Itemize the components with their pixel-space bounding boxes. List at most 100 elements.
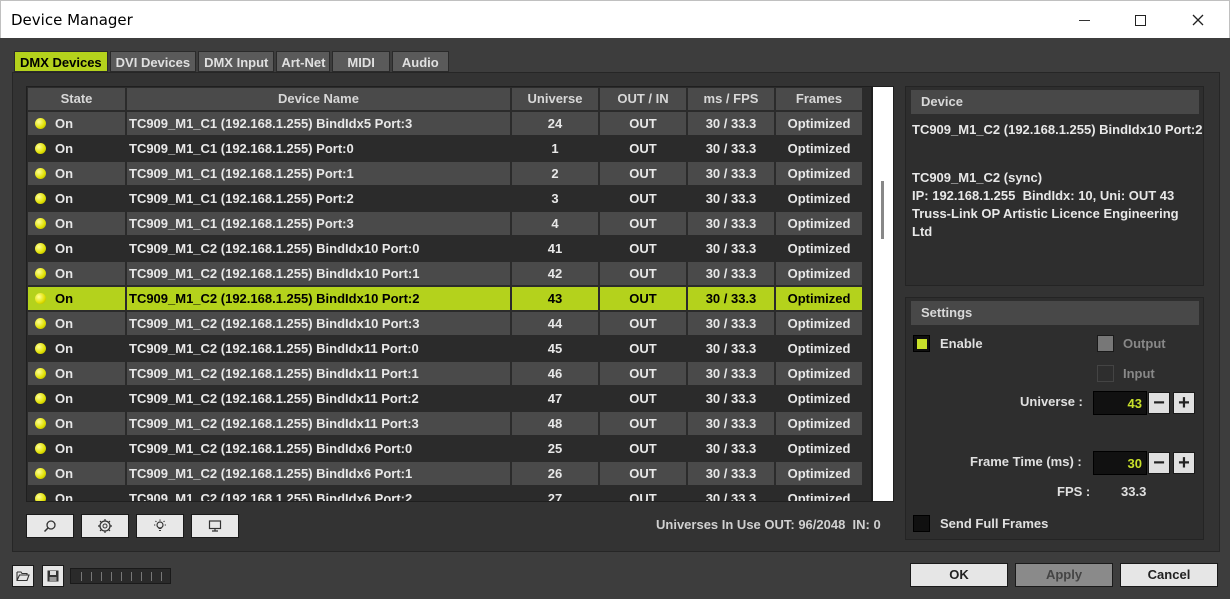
- cell-device-name: TC909_M1_C1 (192.168.1.255) BindIdx5 Por…: [127, 112, 510, 135]
- send-full-frames-checkbox[interactable]: [913, 515, 930, 532]
- scrollbar-thumb[interactable]: [881, 181, 884, 239]
- table-row[interactable]: On TC909_M1_C1 (192.168.1.255) Port:0 1 OUT…: [27, 136, 871, 161]
- cell-out-in: OUT: [600, 287, 686, 310]
- output-label: Output: [1123, 336, 1166, 351]
- column-header-ms-fps[interactable]: ms / FPS: [688, 88, 774, 110]
- cell-device-name: TC909_M1_C2 (192.168.1.255) BindIdx11 Po…: [127, 412, 510, 435]
- table-row[interactable]: On TC909_M1_C2 (192.168.1.255) BindIdx11 …: [27, 411, 871, 436]
- cell-ms-fps: 30 / 33.3: [688, 212, 774, 235]
- input-checkbox[interactable]: [1097, 365, 1114, 382]
- cell-universe: 2: [512, 162, 598, 185]
- column-header-out-in[interactable]: OUT / IN: [600, 88, 686, 110]
- fps-value: 33.3: [1121, 484, 1147, 499]
- table-row[interactable]: On TC909_M1_C1 (192.168.1.255) Port:2 3 OUT…: [27, 186, 871, 211]
- cell-out-in: OUT: [600, 137, 686, 160]
- frame-time-input[interactable]: 30: [1093, 451, 1147, 475]
- settings-panel-header: Settings: [911, 301, 1199, 325]
- cancel-button[interactable]: Cancel: [1120, 563, 1218, 587]
- status-led-icon: [35, 468, 46, 479]
- table-row[interactable]: On TC909_M1_C2 (192.168.1.255) BindIdx10 …: [27, 311, 871, 336]
- tab-midi[interactable]: MIDI: [332, 51, 390, 72]
- table-row[interactable]: On TC909_M1_C2 (192.168.1.255) BindIdx6 P…: [27, 436, 871, 461]
- minimize-button[interactable]: [1061, 1, 1107, 39]
- cell-out-in: OUT: [600, 462, 686, 485]
- close-button[interactable]: [1175, 1, 1221, 39]
- search-icon: [43, 520, 56, 533]
- table-row[interactable]: On TC909_M1_C2 (192.168.1.255) BindIdx10 …: [27, 261, 871, 286]
- table-row[interactable]: On TC909_M1_C2 (192.168.1.255) BindIdx11 …: [27, 361, 871, 386]
- cell-out-in: OUT: [600, 237, 686, 260]
- status-led-icon: [35, 143, 46, 154]
- maximize-icon: [1134, 14, 1146, 26]
- table-row[interactable]: On TC909_M1_C2 (192.168.1.255) BindIdx11 …: [27, 336, 871, 361]
- column-header-frames[interactable]: Frames: [776, 88, 862, 110]
- tab-dmx-input[interactable]: DMX Input: [198, 51, 275, 72]
- status-led-icon: [35, 318, 46, 329]
- universe-decrement-button[interactable]: −: [1148, 392, 1170, 414]
- table-scrollbar[interactable]: [872, 86, 894, 502]
- table-row[interactable]: On TC909_M1_C1 (192.168.1.255) BindIdx5 P…: [27, 111, 871, 136]
- cell-ms-fps: 30 / 33.3: [688, 162, 774, 185]
- table-row[interactable]: On TC909_M1_C2 (192.168.1.255) BindIdx6 P…: [27, 461, 871, 486]
- enable-label: Enable: [940, 336, 983, 351]
- settings-button[interactable]: [81, 514, 129, 538]
- search-button[interactable]: [26, 514, 74, 538]
- column-header-state[interactable]: State: [28, 88, 125, 110]
- frame-time-increment-button[interactable]: +: [1173, 452, 1195, 474]
- save-button[interactable]: [42, 565, 64, 587]
- table-row[interactable]: On TC909_M1_C1 (192.168.1.255) Port:1 2 OUT…: [27, 161, 871, 186]
- cell-out-in: OUT: [600, 212, 686, 235]
- cell-out-in: OUT: [600, 362, 686, 385]
- apply-button[interactable]: Apply: [1015, 563, 1113, 587]
- cell-frames: Optimized: [776, 387, 862, 410]
- device-vendor-text-cont: Ltd: [912, 224, 933, 239]
- cell-frames: Optimized: [776, 137, 862, 160]
- column-header-device-name[interactable]: Device Name: [127, 88, 510, 110]
- status-led-icon: [35, 193, 46, 204]
- cell-ms-fps: 30 / 33.3: [688, 462, 774, 485]
- gear-icon: [98, 519, 112, 533]
- monitor-button[interactable]: [191, 514, 239, 538]
- cell-ms-fps: 30 / 33.3: [688, 287, 774, 310]
- device-table[interactable]: State Device Name Universe OUT / IN ms /…: [26, 86, 872, 502]
- cell-device-name: TC909_M1_C2 (192.168.1.255) BindIdx10 Po…: [127, 287, 510, 310]
- output-checkbox[interactable]: [1097, 335, 1114, 352]
- cell-ms-fps: 30 / 33.3: [688, 362, 774, 385]
- identify-button[interactable]: [136, 514, 184, 538]
- enable-checkbox[interactable]: [913, 335, 930, 352]
- tab-dmx-devices[interactable]: DMX Devices: [14, 51, 108, 72]
- universe-input[interactable]: 43: [1093, 391, 1147, 415]
- cell-universe: 3: [512, 187, 598, 210]
- table-row[interactable]: On TC909_M1_C2 (192.168.1.255) BindIdx10 …: [27, 286, 871, 311]
- column-header-universe[interactable]: Universe: [512, 88, 598, 110]
- enable-check-mark: [917, 339, 927, 349]
- tab-dvi-devices[interactable]: DVI Devices: [109, 51, 197, 72]
- table-row[interactable]: On TC909_M1_C1 (192.168.1.255) Port:3 4 OUT…: [27, 211, 871, 236]
- floppy-disk-icon: [47, 570, 59, 582]
- ok-button[interactable]: OK: [910, 563, 1008, 587]
- universe-increment-button[interactable]: +: [1173, 392, 1195, 414]
- cell-out-in: OUT: [600, 487, 686, 501]
- cell-out-in: OUT: [600, 187, 686, 210]
- cell-device-name: TC909_M1_C1 (192.168.1.255) Port:3: [127, 212, 510, 235]
- cell-frames: Optimized: [776, 262, 862, 285]
- frame-time-decrement-button[interactable]: −: [1148, 452, 1170, 474]
- status-led-icon: [35, 218, 46, 229]
- status-led-icon: [35, 368, 46, 379]
- table-row[interactable]: On TC909_M1_C2 (192.168.1.255) BindIdx11 …: [27, 386, 871, 411]
- cell-device-name: TC909_M1_C2 (192.168.1.255) BindIdx11 Po…: [127, 387, 510, 410]
- open-button[interactable]: [12, 565, 34, 587]
- cell-frames: Optimized: [776, 412, 862, 435]
- tab-art-net[interactable]: Art-Net: [276, 51, 331, 72]
- cell-frames: Optimized: [776, 362, 862, 385]
- table-row[interactable]: On TC909_M1_C2 (192.168.1.255) BindIdx10 …: [27, 236, 871, 261]
- tab-bar: DMX Devices DVI Devices DMX Input Art-Ne…: [14, 51, 449, 72]
- cell-frames: Optimized: [776, 312, 862, 335]
- cell-universe: 24: [512, 112, 598, 135]
- tab-audio[interactable]: Audio: [391, 51, 449, 72]
- cell-device-name: TC909_M1_C1 (192.168.1.255) Port:0: [127, 137, 510, 160]
- maximize-button[interactable]: [1117, 1, 1163, 39]
- table-row[interactable]: On TC909_M1_C2 (192.168.1.255) BindIdx6 P…: [27, 486, 871, 501]
- cell-frames: Optimized: [776, 287, 862, 310]
- zoom-slider[interactable]: [70, 568, 171, 584]
